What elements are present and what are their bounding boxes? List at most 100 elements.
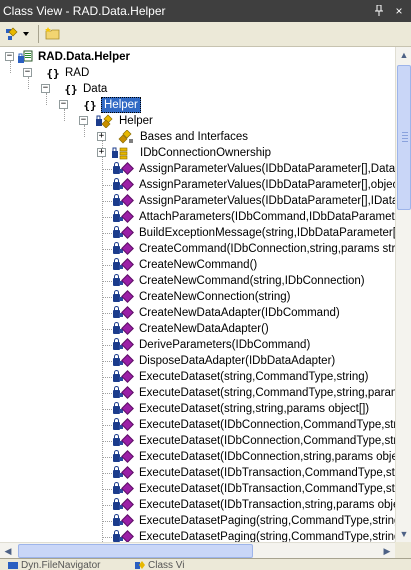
collapse-icon[interactable]: −	[79, 116, 88, 125]
method-label: CreateNewCommand()	[139, 259, 258, 271]
tree-node-method[interactable]: BuildExceptionMessage(string,IDbDataPara…	[0, 225, 395, 241]
method-icon	[113, 258, 135, 272]
window-title: Class View - RAD.Data.Helper	[3, 4, 166, 18]
tree-node-class-helper[interactable]: − Helper	[0, 113, 154, 129]
tree-line	[102, 249, 112, 250]
scrollbar-corner	[395, 542, 411, 558]
scroll-down-icon[interactable]: ▼	[396, 526, 411, 542]
tree-line	[102, 329, 112, 330]
tree-node-method[interactable]: ExecuteDatasetPaging(string,CommandType,…	[0, 513, 395, 529]
method-icon	[113, 274, 135, 288]
new-folder-icon	[45, 27, 60, 40]
tree-line	[102, 377, 112, 378]
tree-node-method[interactable]: AttachParameters(IDbCommand,IDbDataParam…	[0, 209, 395, 225]
tree-node-method[interactable]: AssignParameterValues(IDbDataParameter[]…	[0, 161, 395, 177]
tree-line	[102, 425, 112, 426]
pin-icon	[375, 5, 383, 16]
method-icon	[113, 498, 135, 512]
tree-node-method[interactable]: ExecuteDataset(IDbTransaction,CommandTyp…	[0, 481, 395, 497]
title-bar: Class View - RAD.Data.Helper ×	[0, 0, 411, 22]
method-icon	[113, 306, 135, 320]
class-tree: − RAD.Data.Helper − {} RAD − {} Data − {…	[0, 47, 395, 542]
method-icon	[113, 514, 135, 528]
tree-node-method[interactable]: ExecuteDataset(string,CommandType,string…	[0, 385, 395, 401]
class-icon	[96, 114, 113, 128]
tree-node-method[interactable]: CreateNewDataAdapter()	[0, 321, 270, 337]
class-view-icon	[135, 560, 145, 569]
tree-node-method[interactable]: AssignParameterValues(IDbDataParameter[]…	[0, 177, 395, 193]
expand-icon[interactable]: +	[97, 148, 106, 157]
tree-line	[102, 505, 112, 506]
close-button[interactable]: ×	[391, 3, 407, 19]
scroll-left-icon[interactable]: ◀	[0, 543, 16, 559]
method-label: AssignParameterValues(IDbDataParameter[]…	[139, 195, 395, 207]
method-icon	[113, 338, 135, 352]
new-folder-button[interactable]	[43, 24, 63, 44]
collapse-icon[interactable]: −	[23, 68, 32, 77]
namespace-label: RAD	[65, 67, 90, 79]
tree-line	[102, 297, 112, 298]
tree-line	[102, 457, 112, 458]
tree-node-ns-data[interactable]: − {} Data	[0, 81, 108, 97]
tree-node-method[interactable]: ExecuteDataset(IDbTransaction,string,par…	[0, 497, 395, 513]
method-icon	[113, 290, 135, 304]
tab-file-navigator[interactable]: Dyn.FileNavigator	[8, 559, 100, 570]
sort-button[interactable]	[2, 24, 32, 44]
tree-node-method[interactable]: CreateNewCommand()	[0, 257, 258, 273]
tree-node-method[interactable]: CreateNewConnection(string)	[0, 289, 291, 305]
tree-node-method[interactable]: DisposeDataAdapter(IDbDataAdapter)	[0, 353, 336, 369]
method-label: ExecuteDatasetPaging(string,CommandType,…	[139, 515, 395, 527]
tab-class-view[interactable]: Class Vi	[135, 559, 185, 570]
tree-node-method[interactable]: CreateCommand(IDbConnection,string,param…	[0, 241, 395, 257]
hscroll-thumb[interactable]	[18, 544, 253, 558]
method-icon	[113, 242, 135, 256]
namespace-icon: {}	[64, 82, 78, 96]
tree-node-method[interactable]: ExecuteDataset(string,string,params obje…	[0, 401, 370, 417]
expand-icon[interactable]: +	[97, 132, 106, 141]
pin-button[interactable]	[371, 3, 387, 19]
tree-node-method[interactable]: ExecuteDataset(IDbConnection,CommandType…	[0, 433, 395, 449]
tree-node-method[interactable]: CreateNewDataAdapter(IDbCommand)	[0, 305, 341, 321]
tree-node-method[interactable]: ExecuteDataset(IDbTransaction,CommandTyp…	[0, 465, 395, 481]
method-label: ExecuteDataset(IDbConnection,string,para…	[139, 451, 395, 463]
tree-line	[102, 361, 112, 362]
tree-node-ns-rad[interactable]: − {} RAD	[0, 65, 90, 81]
tree-line	[102, 201, 112, 202]
tree-line	[102, 345, 112, 346]
method-icon	[113, 402, 135, 416]
horizontal-scrollbar[interactable]: ◀ ▶	[0, 542, 395, 558]
collapse-icon[interactable]: −	[41, 84, 50, 93]
tree-node-method[interactable]: AssignParameterValues(IDbDataParameter[]…	[0, 193, 395, 209]
method-label: CreateCommand(IDbConnection,string,param…	[139, 243, 395, 255]
tree-node-method[interactable]: DeriveParameters(IDbCommand)	[0, 337, 311, 353]
tree-node-method[interactable]: ExecuteDatasetPaging(string,CommandType,…	[0, 529, 395, 542]
toolbar	[0, 22, 411, 47]
method-label: CreateNewDataAdapter()	[139, 323, 269, 335]
method-label: BuildExceptionMessage(string,IDbDataPara…	[139, 227, 395, 239]
method-label: ExecuteDatasetPaging(string,CommandType,…	[139, 531, 395, 542]
tree-node-enum[interactable]: + IDbConnectionOwnership	[0, 145, 272, 161]
tab-label: Dyn.FileNavigator	[21, 559, 101, 570]
scroll-up-icon[interactable]: ▲	[396, 47, 411, 63]
method-label: CreateNewDataAdapter(IDbCommand)	[139, 307, 340, 319]
tree-node-method[interactable]: CreateNewCommand(string,IDbConnection)	[0, 273, 366, 289]
method-icon	[113, 194, 135, 208]
vertical-scrollbar[interactable]: ▲ ▼	[395, 47, 411, 542]
scroll-thumb[interactable]	[397, 65, 411, 210]
collapse-icon[interactable]: −	[5, 52, 14, 61]
grip-line	[402, 135, 408, 136]
tree-node-method[interactable]: ExecuteDataset(IDbConnection,string,para…	[0, 449, 395, 465]
tree-node-project[interactable]: − RAD.Data.Helper	[0, 49, 131, 65]
collapse-icon[interactable]: −	[59, 100, 68, 109]
tree-line	[102, 217, 112, 218]
method-label: ExecuteDataset(IDbTransaction,string,par…	[139, 499, 395, 511]
tree-node-method[interactable]: ExecuteDataset(string,CommandType,string…	[0, 369, 369, 385]
tree-node-bases[interactable]: + Bases and Interfaces	[0, 129, 249, 145]
tree-node-ns-helper[interactable]: − {} Helper	[0, 97, 141, 113]
method-label: ExecuteDataset(string,CommandType,string…	[139, 371, 369, 383]
method-icon	[113, 530, 135, 542]
scroll-right-icon[interactable]: ▶	[379, 543, 395, 559]
method-label: ExecuteDataset(IDbConnection,CommandType…	[139, 435, 395, 447]
method-icon	[113, 450, 135, 464]
tree-node-method[interactable]: ExecuteDataset(IDbConnection,CommandType…	[0, 417, 395, 433]
